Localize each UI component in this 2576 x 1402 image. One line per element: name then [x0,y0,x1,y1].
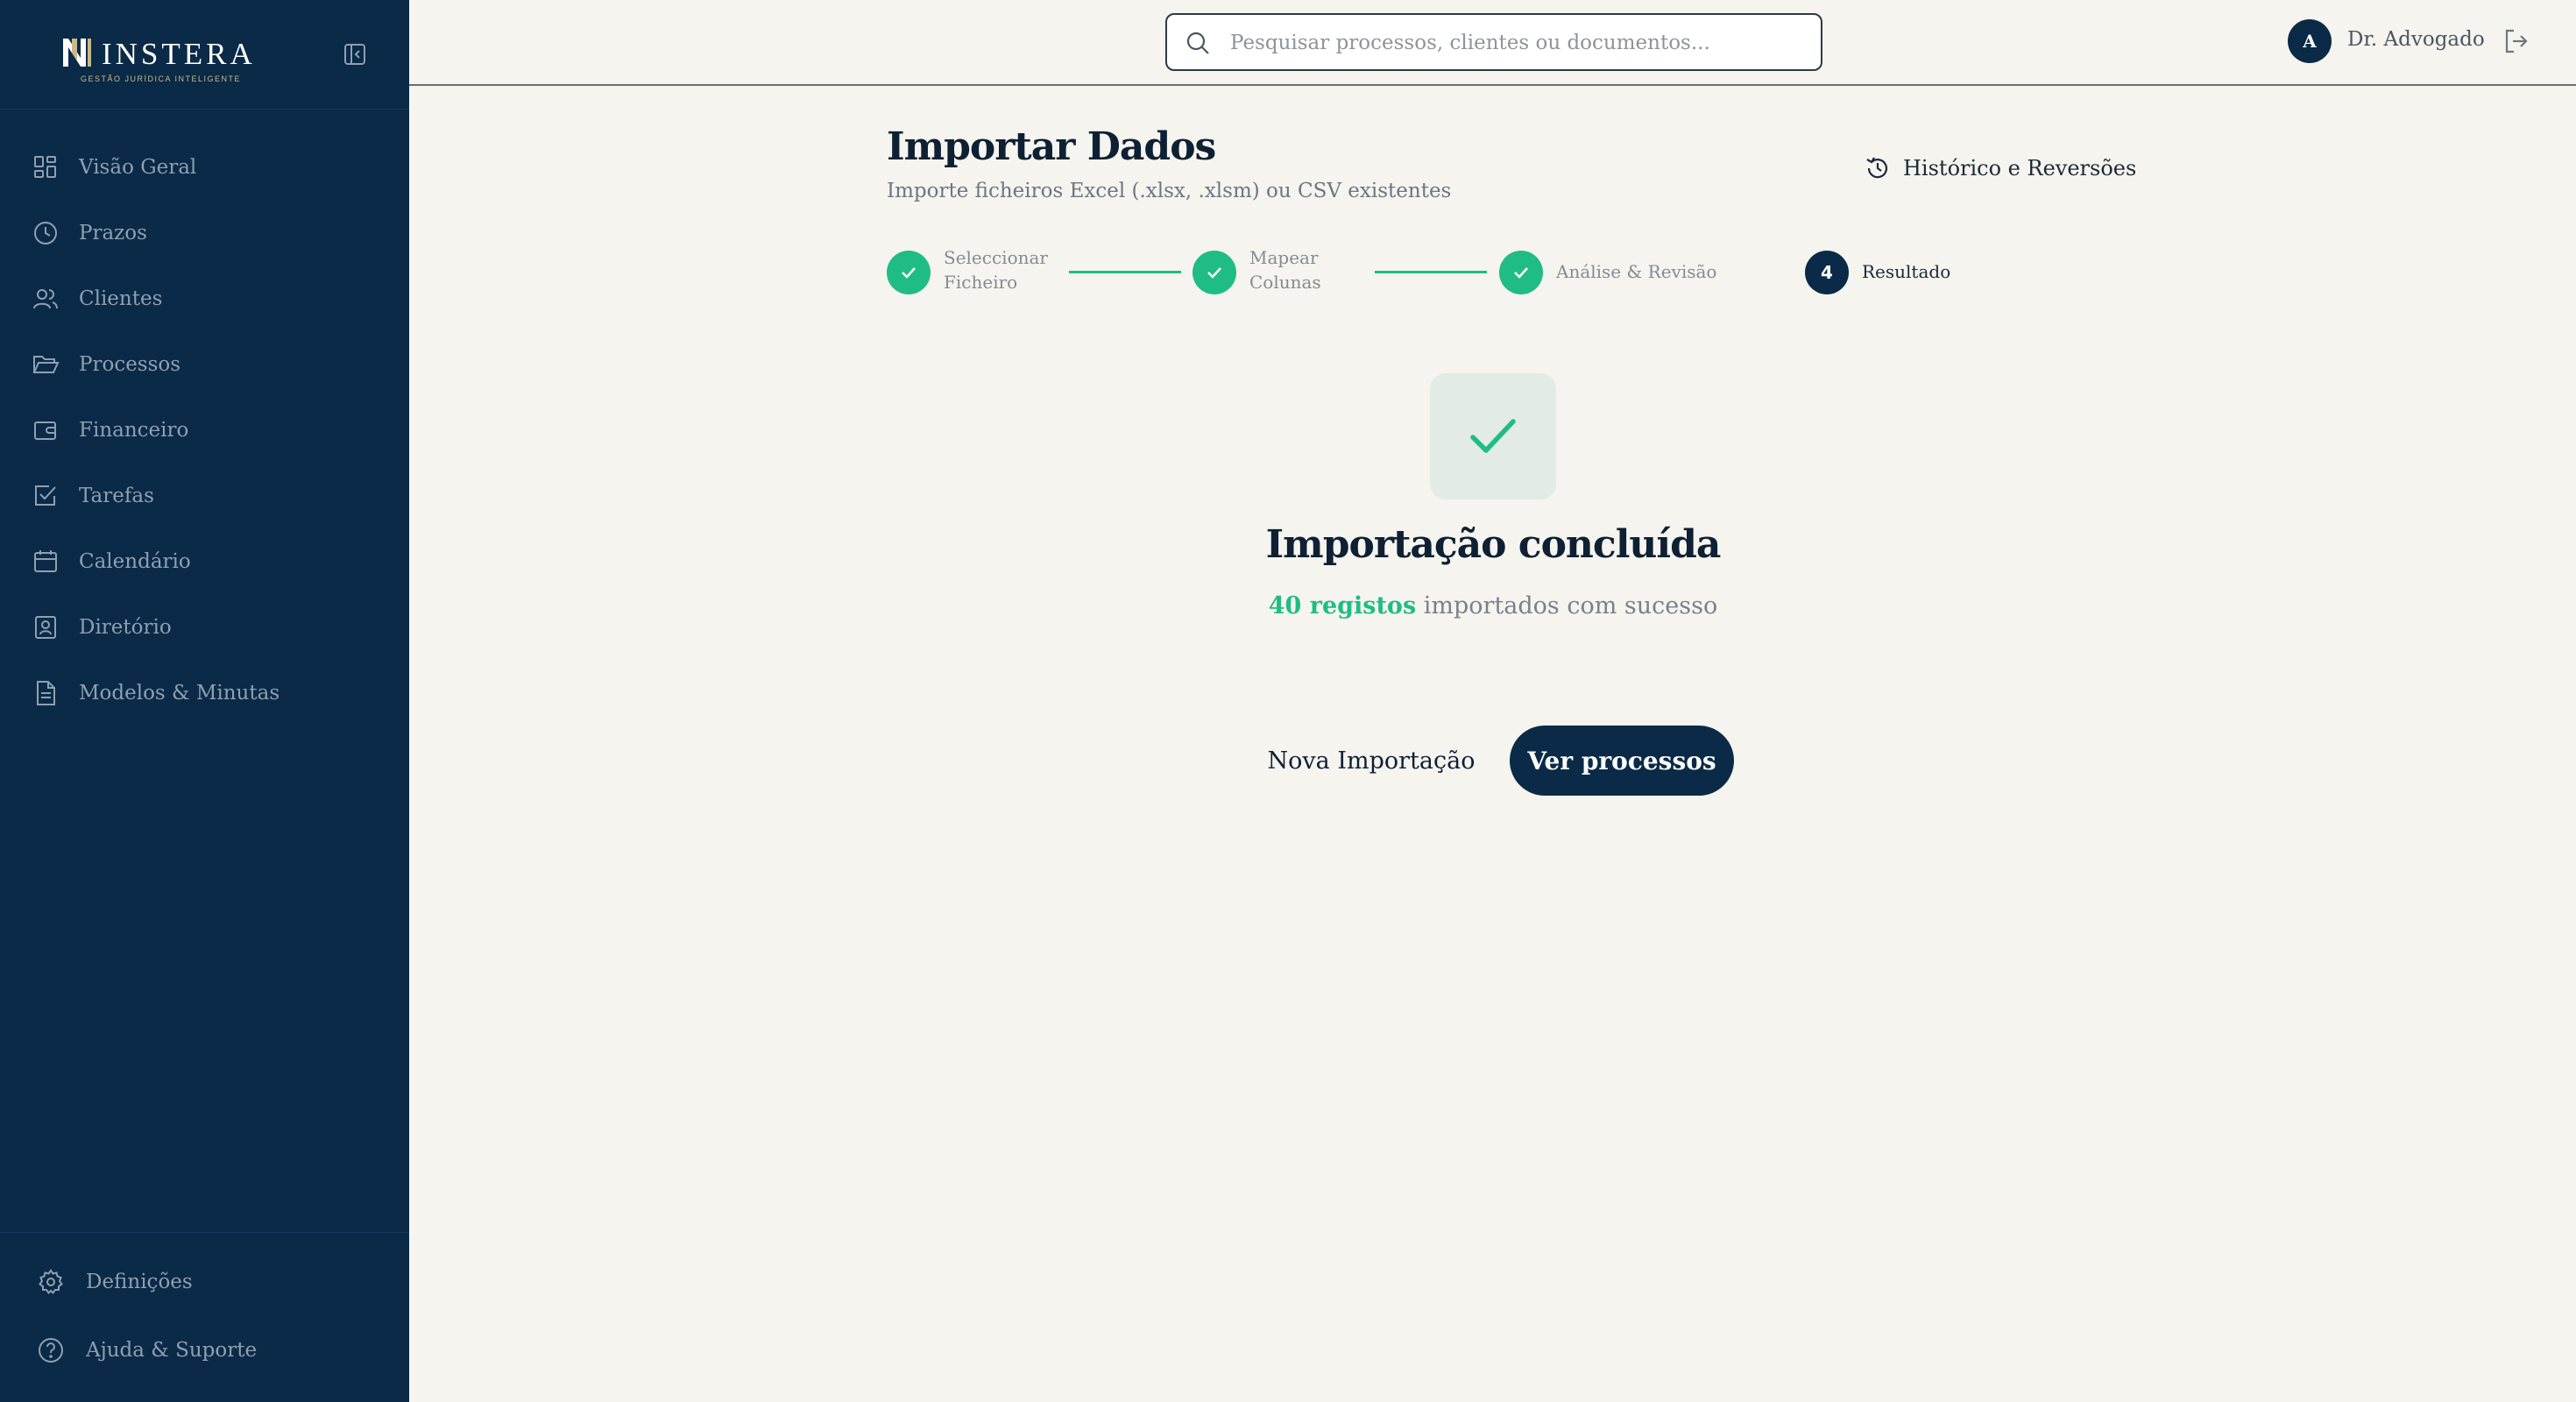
check-icon [902,267,916,279]
sidebar-item-visao-geral[interactable]: Visão Geral [0,140,409,195]
step-2-indicator [1192,251,1236,294]
search-input[interactable] [1230,27,1800,59]
wallet-icon [34,421,56,440]
view-processes-button[interactable]: Ver processos [1510,726,1734,796]
logout-icon[interactable] [2502,26,2531,56]
instera-logo-icon [63,39,91,67]
folder-open-icon [32,356,60,373]
avatar[interactable]: A [2288,19,2332,63]
step-2-label-line2: Colunas [1249,272,1321,293]
step-1-label: Seleccionar Ficheiro [944,245,1048,294]
check-icon [1470,419,1516,453]
sidebar-item-label: Financeiro [79,419,189,442]
step-3-indicator [1499,251,1543,294]
sidebar-item-label: Modelos & Minutas [79,682,280,705]
imported-summary-text: importados com sucesso [1416,592,1718,620]
history-icon [1866,157,1888,179]
step-1-indicator [887,251,931,294]
step-2-label: Mapear Colunas [1249,245,1321,294]
page-subtitle: Importe ficheiros Excel (.xlsx, .xlsm) o… [887,180,1452,202]
sidebar-item-modelos-minutas[interactable]: Modelos & Minutas [0,666,409,720]
brand-logo[interactable]: INSTERA GESTÃO JURÍDICA INTELIGENTE [61,37,263,88]
sidebar-item-label: Prazos [79,222,147,244]
brand-name: INSTERA [102,37,256,71]
imported-count: 40 registos [1268,592,1417,620]
step-connector [1375,271,1487,273]
help-circle-icon [39,1338,63,1363]
sidebar-item-label: Definições [86,1271,193,1293]
sidebar-item-diretorio[interactable]: Diretório [0,600,409,655]
sidebar-item-ajuda-suporte[interactable]: Ajuda & Suporte [0,1323,409,1377]
brand-tagline: GESTÃO JURÍDICA INTELIGENTE [81,74,242,83]
sidebar-item-processos[interactable]: Processos [0,337,409,392]
step-1-label-line1: Seleccionar [944,247,1048,268]
document-icon [37,681,55,705]
dashboard-grid-icon [34,156,56,178]
sidebar-collapse-icon[interactable] [343,42,367,67]
sidebar-item-label: Calendário [79,550,191,573]
contact-book-icon [35,616,56,639]
step-3-label: Análise & Revisão [1556,261,1717,282]
sidebar-item-tarefas[interactable]: Tarefas [0,469,409,523]
check-icon [1514,267,1528,279]
history-reversions-label: Histórico e Reversões [1903,156,2137,181]
check-icon [1207,267,1221,279]
step-connector [1069,271,1181,273]
clock-icon [34,222,57,244]
new-import-button[interactable]: Nova Importação [1262,726,1481,796]
history-reversions-button[interactable]: Histórico e Reversões [1865,152,2136,184]
sidebar-divider [0,109,409,110]
calendar-icon [34,550,57,572]
step-4-label: Resultado [1862,261,1951,282]
gear-icon [39,1269,63,1295]
search-box[interactable] [1165,13,1822,71]
sidebar-item-definicoes[interactable]: Definições [0,1255,409,1309]
step-2-label-line1: Mapear [1249,247,1319,268]
sidebar-item-financeiro[interactable]: Financeiro [0,403,409,457]
result-summary: 40 registos importados com sucesso [1113,592,1873,620]
top-bar: A Dr. Advogado [409,0,2576,86]
sidebar-item-label: Ajuda & Suporte [86,1339,258,1362]
step-1-label-line2: Ficheiro [944,272,1018,293]
search-icon [1186,32,1209,54]
result-title: Importação concluída [1265,522,1722,567]
sidebar-item-label: Processos [79,353,181,376]
sidebar-item-label: Clientes [79,287,163,310]
checkbox-icon [35,485,56,506]
step-4-indicator: 4 [1805,251,1849,294]
success-badge [1430,373,1556,499]
sidebar-item-label: Diretório [79,616,172,639]
sidebar-item-prazos[interactable]: Prazos [0,206,409,260]
user-name[interactable]: Dr. Advogado [2347,28,2485,51]
users-icon [33,289,58,309]
sidebar-item-calendario[interactable]: Calendário [0,535,409,589]
sidebar-item-label: Visão Geral [79,156,197,179]
sidebar-footer-divider [0,1232,409,1233]
sidebar: INSTERA GESTÃO JURÍDICA INTELIGENTE Visã… [0,0,409,1402]
sidebar-item-label: Tarefas [79,485,154,507]
page-title: Importar Dados [887,124,1216,169]
sidebar-item-clientes[interactable]: Clientes [0,272,409,326]
